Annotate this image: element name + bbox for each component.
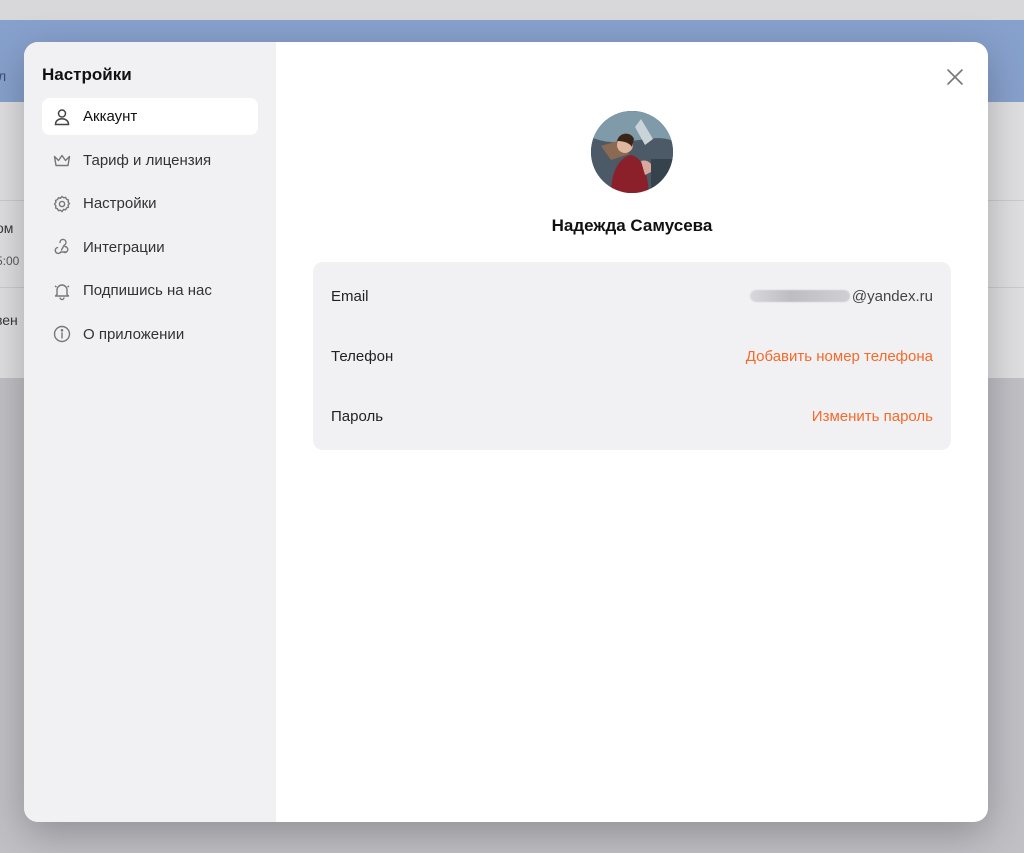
phone-row: Телефон Добавить номер телефона <box>331 326 933 386</box>
email-domain: @yandex.ru <box>851 287 933 305</box>
sidebar-item-label: Интеграции <box>83 238 165 256</box>
password-row: Пароль Изменить пароль <box>331 386 933 446</box>
account-panel: Надежда Самусева Email @yandex.ru Телефо… <box>276 42 988 822</box>
close-icon <box>947 69 963 85</box>
sidebar-item-plan[interactable]: Тариф и лицензия <box>42 142 258 179</box>
settings-sidebar: Настройки Аккаунт Тариф и лицензия Настр… <box>24 42 276 822</box>
crown-icon <box>52 150 72 170</box>
redacted-email-username <box>749 290 850 302</box>
password-label: Пароль <box>331 407 384 425</box>
sidebar-item-label: Аккаунт <box>83 108 138 125</box>
avatar[interactable] <box>591 111 673 193</box>
sidebar-item-about[interactable]: О приложении <box>42 316 258 353</box>
sidebar-item-account[interactable]: Аккаунт <box>42 98 258 135</box>
account-details-card: Email @yandex.ru Телефон Добавить номер … <box>313 262 951 450</box>
sidebar-item-label: Настройки <box>83 195 157 213</box>
email-value: @yandex.ru <box>749 287 933 305</box>
user-icon <box>52 107 72 127</box>
phone-label: Телефон <box>331 347 394 365</box>
info-icon <box>52 324 72 344</box>
sidebar-title: Настройки <box>42 65 132 84</box>
close-button[interactable] <box>944 66 966 88</box>
gear-icon <box>52 194 72 214</box>
add-phone-link[interactable]: Добавить номер телефона <box>746 348 933 365</box>
settings-modal: Настройки Аккаунт Тариф и лицензия Настр… <box>24 42 988 822</box>
sidebar-item-label: Тариф и лицензия <box>83 151 212 169</box>
bell-icon <box>52 281 72 301</box>
email-label: Email <box>331 287 369 305</box>
sidebar-item-follow[interactable]: Подпишись на нас <box>42 272 258 309</box>
sidebar-item-integrations[interactable]: Интеграции <box>42 229 258 266</box>
change-password-link[interactable]: Изменить пароль <box>812 408 933 425</box>
email-row: Email @yandex.ru <box>331 266 933 326</box>
webhook-icon <box>52 237 72 257</box>
sidebar-item-settings[interactable]: Настройки <box>42 185 258 222</box>
profile-name: Надежда Самусева <box>551 216 713 235</box>
sidebar-item-label: Подпишись на нас <box>83 282 212 300</box>
sidebar-item-label: О приложении <box>83 325 185 343</box>
